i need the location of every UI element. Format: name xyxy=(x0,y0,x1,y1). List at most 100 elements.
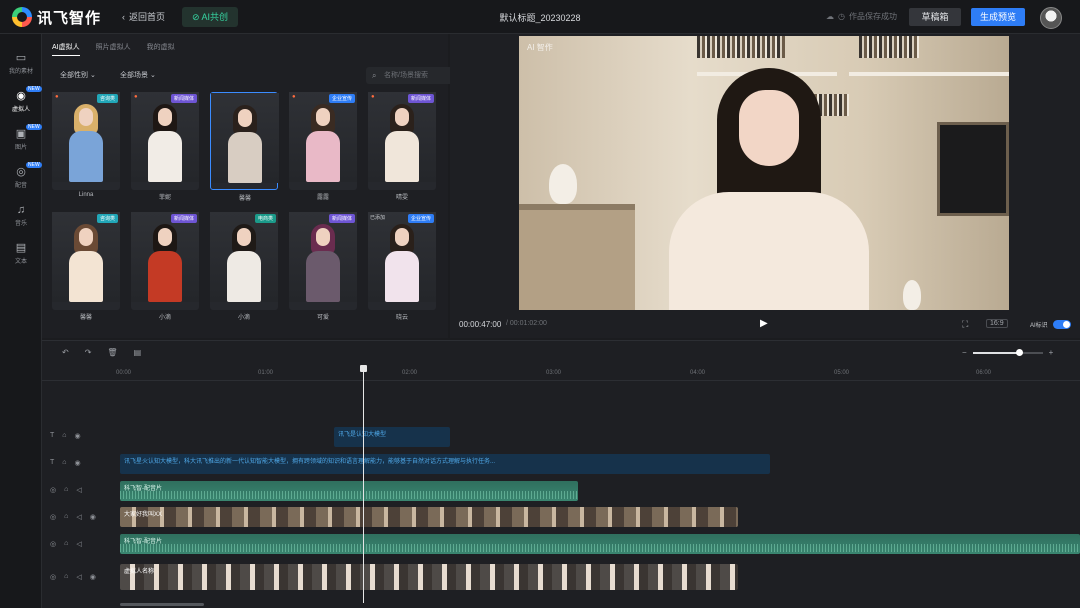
category-tag: 企业宣传 xyxy=(407,214,434,223)
avatar-face xyxy=(237,228,251,246)
total-time: / 00:01:02:00 xyxy=(506,320,547,327)
play-icon[interactable]: ▶ xyxy=(760,318,768,329)
volume-icon[interactable]: ◁ xyxy=(76,540,81,548)
sync-status: ☁ ◷ 作品保存成功 xyxy=(826,11,897,22)
avatar-card[interactable]: Linna 咨询类 ● xyxy=(52,92,120,198)
avatar-face xyxy=(395,108,409,126)
gender-filter-dropdown[interactable]: 全部性别 ⌄ xyxy=(54,68,102,84)
avatar-name: 菲妮 xyxy=(158,195,171,201)
lock-icon[interactable]: ⌂ xyxy=(64,513,68,521)
books xyxy=(697,36,785,58)
avatar-card[interactable]: 小滴 新闻媒体 xyxy=(131,212,199,321)
video-clip[interactable]: 大家好我叫XX xyxy=(120,507,738,527)
eye-icon[interactable]: ◉ xyxy=(90,513,96,521)
folder-icon: ▭ xyxy=(15,52,27,64)
caption-icon[interactable]: ▤ xyxy=(134,348,142,357)
new-badge: NEW xyxy=(26,86,42,92)
zoom-out-icon[interactable]: − xyxy=(962,348,967,357)
project-title[interactable]: 默认标题_20230228 xyxy=(470,11,610,24)
avatar-figure xyxy=(69,104,103,182)
avatar-figure xyxy=(227,224,261,302)
back-home-button[interactable]: ‹ 返回首页 xyxy=(122,10,165,23)
audio-clip-2[interactable]: 科飞智-配音片 xyxy=(120,534,1080,554)
avatar-card[interactable]: 菲妮 新闻媒体 ● xyxy=(131,92,199,201)
avatar-body xyxy=(69,251,103,302)
avatar-figure xyxy=(228,105,262,183)
ai-cocreate-tab[interactable]: ⊘ AI共创 xyxy=(182,7,239,27)
subtitle-clip[interactable]: 讯飞是认知大模型 xyxy=(334,427,450,447)
undo-icon[interactable]: ↶ xyxy=(62,348,69,357)
user-avatar[interactable] xyxy=(1040,7,1062,29)
nav-label: 文本 xyxy=(14,259,27,265)
zoom-slider[interactable] xyxy=(972,348,1043,356)
logo-text: 讯飞智作 xyxy=(37,9,102,27)
eye-icon[interactable]: ◉ xyxy=(75,459,81,467)
image-icon: ▣ xyxy=(15,128,27,140)
avatar-body xyxy=(228,132,262,183)
lock-icon[interactable]: ⌂ xyxy=(64,573,68,581)
lock-icon[interactable]: ⌂ xyxy=(64,486,68,494)
avatar-clip[interactable]: 虚拟人名称 xyxy=(120,564,738,590)
scene-filter-dropdown[interactable]: 全部场景 ⌄ xyxy=(114,68,162,84)
preview-canvas[interactable]: AI 智作 xyxy=(519,36,1009,310)
top-bar: 讯飞智作 ‹ 返回首页 ⊘ AI共创 默认标题_20230228 ☁ ◷ 作品保… xyxy=(0,0,1080,34)
tab-photo-avatar[interactable]: 照片虚拟人 xyxy=(96,42,131,56)
volume-icon[interactable]: ◁ xyxy=(76,573,81,581)
timeline-scrollbar[interactable] xyxy=(120,603,204,606)
avatar-card[interactable]: 馨馨 xyxy=(210,92,279,202)
avatar-name: 小滴 xyxy=(237,315,250,321)
ai-mark-label: AI标识 xyxy=(1030,323,1048,329)
audio-track-icon: ◎ xyxy=(50,541,57,548)
nav-avatar[interactable]: ◉ 虚拟人 NEW xyxy=(0,86,42,122)
nav-text[interactable]: ▤ 文本 xyxy=(0,238,42,274)
tab-my-avatar[interactable]: 我的虚拟 xyxy=(147,42,175,56)
avatar-name: 晓云 xyxy=(395,315,408,321)
avatar-card[interactable]: 小滴 电商类 xyxy=(210,212,278,321)
zoom-in-icon[interactable]: + xyxy=(1049,348,1054,357)
avatar-name: 馨馨 xyxy=(238,196,251,202)
time-ruler[interactable]: 00:00 01:00 02:00 03:00 04:00 05:00 06:0… xyxy=(42,367,1080,381)
redo-icon[interactable]: ↷ xyxy=(85,348,92,357)
avatar-face xyxy=(158,228,172,246)
lock-icon[interactable]: ⌂ xyxy=(64,540,68,548)
avatar-card[interactable]: 可爱 新闻媒体 xyxy=(289,212,357,321)
logo[interactable]: 讯飞智作 xyxy=(12,7,101,27)
avatar-face xyxy=(395,228,409,246)
avatar-body xyxy=(385,131,419,182)
playhead[interactable] xyxy=(360,365,367,603)
current-time: 00:00:47:00 xyxy=(459,320,502,329)
avatar-face xyxy=(158,108,172,126)
nav-image[interactable]: ▣ 图片 NEW xyxy=(0,124,42,160)
ruler-tick: 05:00 xyxy=(834,370,850,376)
eye-icon[interactable]: ◉ xyxy=(75,432,81,440)
volume-icon[interactable]: ◁ xyxy=(76,486,81,494)
nav-voice[interactable]: ◎ 配音 NEW xyxy=(0,162,42,198)
nav-music[interactable]: ♫ 音乐 xyxy=(0,200,42,236)
cabinet xyxy=(519,204,635,310)
lock-icon[interactable]: ⌂ xyxy=(62,432,66,440)
aspect-ratio-button[interactable]: 16:9 xyxy=(986,319,1008,328)
timeline-toolbar: ↶ ↷ 🗑 ▤ xyxy=(62,348,141,357)
volume-icon[interactable]: ◁ xyxy=(76,513,81,521)
voice-icon: ◎ xyxy=(16,166,26,178)
nav-my-assets[interactable]: ▭ 我的素材 xyxy=(0,48,42,84)
delete-icon[interactable]: 🗑 xyxy=(107,348,117,357)
avatar-card[interactable]: 露露 企业宣传 ● xyxy=(289,92,357,201)
avatar-card[interactable]: 晴雯 新闻媒体 ● xyxy=(368,92,436,201)
ai-mark-toggle[interactable] xyxy=(1053,320,1071,329)
avatar-figure xyxy=(148,224,182,302)
host-face xyxy=(739,90,799,166)
category-tag: 新闻媒体 xyxy=(328,214,355,223)
generate-preview-button[interactable]: 生成预览 xyxy=(971,8,1025,26)
avatar-card[interactable]: 馨馨 咨询类 xyxy=(52,212,120,321)
eye-icon[interactable]: ◉ xyxy=(90,573,96,581)
audio-clip-1[interactable]: 科飞智-配音片 xyxy=(120,481,578,501)
avatar-card[interactable]: 晓云 企业宣传 已添加 xyxy=(368,212,436,321)
drafts-button[interactable]: 草稿箱 xyxy=(909,8,961,26)
zoom-knob[interactable] xyxy=(1015,348,1023,356)
avatar-name: Linna xyxy=(78,192,94,198)
fullscreen-icon[interactable]: ⛶ xyxy=(962,319,968,330)
lock-icon[interactable]: ⌂ xyxy=(62,459,66,467)
text-clip[interactable]: 讯飞星火认知大模型，科大讯飞推出的新一代认知智能大模型，拥有跨领域的知识和语言理… xyxy=(120,454,770,474)
tab-ai-avatar[interactable]: AI虚拟人 xyxy=(52,42,80,56)
